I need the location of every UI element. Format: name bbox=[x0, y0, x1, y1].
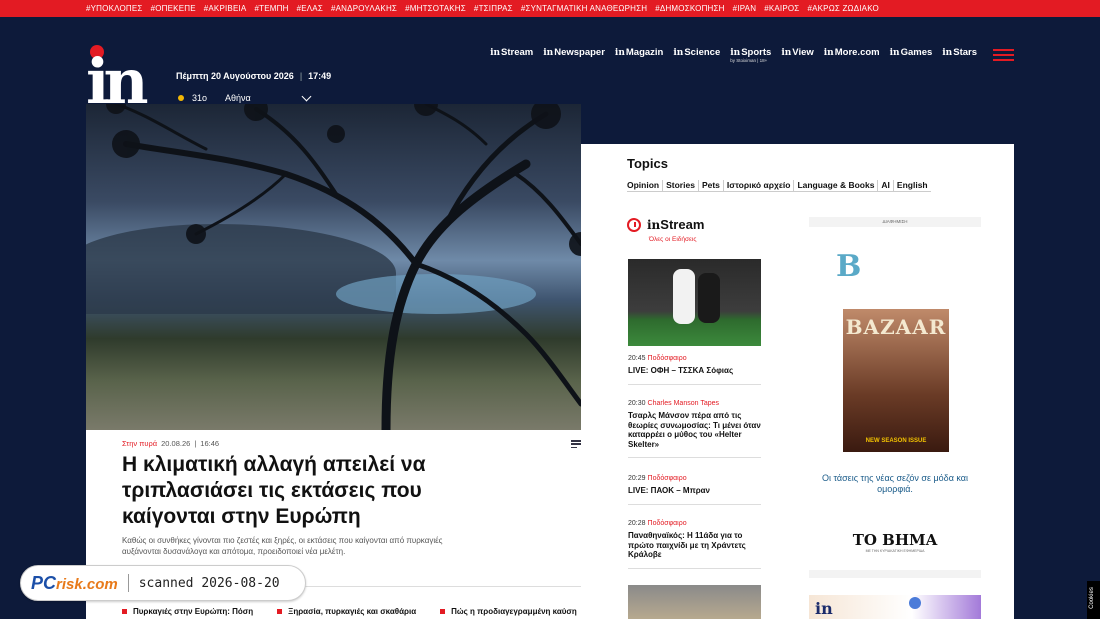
topic-link[interactable]: Opinion bbox=[627, 180, 664, 192]
bullet-icon bbox=[440, 609, 446, 614]
trending-tag[interactable]: #ΑΚΡΩΣ ΖΩΔΙΑΚΟ bbox=[807, 4, 879, 13]
sidebar: Topics Opinion Stories Pets Ιστορικό αρχείο… bbox=[581, 144, 1014, 619]
instream-title: inStream bbox=[647, 217, 705, 232]
news-item[interactable]: 20:30 Charles Manson Tapes Τσαρλς Μάνσον … bbox=[628, 400, 761, 458]
topic-link[interactable]: Stories bbox=[663, 180, 699, 192]
nav-item-science[interactable]: inScience bbox=[673, 47, 720, 58]
article-lede: Καθώς οι συνθήκες γίνονται πιο ζεστές κα… bbox=[122, 536, 443, 556]
bullet-icon bbox=[277, 609, 283, 614]
trending-tag[interactable]: #ΑΝΔΡΟΥΛΑΚΗΣ bbox=[331, 4, 397, 13]
ad-brand: ΤΟ ΒΗΜΑ bbox=[852, 531, 938, 549]
trending-tag[interactable]: #ΜΗΤΣΟΤΑΚΗΣ bbox=[405, 4, 466, 13]
nav-item-games[interactable]: inGames bbox=[890, 47, 933, 58]
city-select[interactable]: Αθήνα bbox=[225, 93, 295, 103]
current-date: Πέμπτη 20 Αυγούστου 2026 bbox=[176, 71, 294, 81]
cookies-button[interactable]: Cookies bbox=[1087, 581, 1100, 619]
related-article-link[interactable]: Πυρκαγιές στην Ευρώπη: Πόση bbox=[122, 607, 253, 616]
article-category[interactable]: Στην πυρά bbox=[122, 439, 157, 448]
hamburger-menu-icon[interactable] bbox=[993, 49, 1014, 61]
hero-image[interactable] bbox=[86, 104, 581, 430]
current-time: 17:49 bbox=[308, 71, 332, 81]
scan-date: scanned 2026-08-20 bbox=[138, 575, 280, 591]
topics-list: Opinion Stories Pets Ιστορικό αρχείο Languag… bbox=[627, 180, 931, 192]
trending-tag[interactable]: #ΚΑΙΡΟΣ bbox=[764, 4, 799, 13]
weather-widget[interactable]: 31o Αθήνα bbox=[178, 91, 312, 103]
trending-tag[interactable]: #ΥΠΟΚΛΟΠΕΣ bbox=[86, 4, 143, 13]
instream-header[interactable]: inStream Όλες οι Ειδήσεις bbox=[627, 217, 705, 243]
nav-item-morecom[interactable]: inMore.com bbox=[824, 47, 880, 58]
news-item[interactable]: 20:28 Ποδόσφαιρο Παναθηναϊκός: Η 11άδα γι… bbox=[628, 520, 761, 569]
trending-tag[interactable]: #ΤΣΙΠΡΑΣ bbox=[474, 4, 513, 13]
nav-item-sports[interactable]: inSports by Stoiximan | 18+ bbox=[730, 47, 771, 63]
news-item[interactable]: 20:29 Ποδόσφαιρο LIVE: ΠΑΟΚ – Μπραν bbox=[628, 475, 761, 505]
advertisement[interactable]: in bbox=[809, 595, 981, 619]
trending-tag[interactable]: #ΟΠΕΚΕΠΕ bbox=[151, 4, 196, 13]
article-time: 16:46 bbox=[200, 439, 220, 448]
main-nav: inStream inNewspaper inMagazin inScience inS… bbox=[490, 47, 1014, 63]
bullet-icon bbox=[122, 609, 127, 614]
logo-text: in bbox=[86, 45, 149, 118]
site-logo[interactable]: in bbox=[86, 45, 164, 118]
dateline: Πέμπτη 20 Αυγούστου 2026 | 17:49 bbox=[176, 71, 332, 81]
article-date: 20.08.26 bbox=[161, 439, 191, 448]
related-article-link[interactable]: Πώς η προδιαγεγραμμένη καύση bbox=[440, 607, 577, 616]
article-meta: Στην πυρά 20.08.26 | 16:46 bbox=[122, 439, 220, 448]
ad-slogan: Οι τάσεις της νέας σεζόν σε μόδα και ομο… bbox=[822, 473, 968, 494]
news-item[interactable]: 20:45 Ποδόσφαιρο LIVE: ΟΦΗ – ΤΣΣΚΑ Σόφιας bbox=[628, 355, 761, 385]
nav-item-magazin[interactable]: inMagazin bbox=[615, 47, 663, 58]
ad-label: ΔΙΑΦΗΜΙΣΗ bbox=[882, 219, 908, 224]
topics-title: Topics bbox=[627, 156, 668, 171]
nav-item-view[interactable]: inView bbox=[781, 47, 813, 58]
nav-item-stream[interactable]: inStream bbox=[490, 47, 533, 58]
temperature: 31o bbox=[192, 93, 208, 103]
topic-link[interactable]: English bbox=[893, 180, 931, 192]
trending-tag[interactable]: #ΤΕΜΠΗ bbox=[254, 4, 288, 13]
topic-link[interactable]: Language & Books bbox=[794, 180, 879, 192]
related-articles: Πυρκαγιές στην Ευρώπη: Πόση Ξηρασία, πυρκ… bbox=[122, 607, 577, 616]
advertisement[interactable]: ΔΙΑΦΗΜΙΣΗ B BAZAAR NEW SEASON ISSUE Οι τ… bbox=[809, 217, 981, 578]
news-thumbnail[interactable] bbox=[628, 585, 761, 619]
clock-icon bbox=[627, 218, 641, 232]
trending-tag[interactable]: #ΣΥΝΤΑΓΜΑΤΙΚΗ ΑΝΑΘΕΩΡΗΣΗ bbox=[521, 4, 647, 13]
tree-silhouette bbox=[106, 104, 581, 430]
news-thumbnail[interactable] bbox=[628, 259, 761, 346]
trending-tag[interactable]: #ΕΛΑΣ bbox=[297, 4, 323, 13]
topic-link[interactable]: AI bbox=[878, 180, 894, 192]
article-summary-icon[interactable] bbox=[571, 440, 581, 448]
watermark-logo: PCrisk.com bbox=[31, 572, 118, 593]
topic-link[interactable]: Ιστορικό αρχείο bbox=[723, 180, 795, 192]
site-header: in Πέμπτη 20 Αυγούστου 2026 | 17:49 31o … bbox=[0, 17, 1100, 113]
trending-tag[interactable]: #ΑΚΡΙΒΕΙΑ bbox=[204, 4, 247, 13]
ad-letter: B bbox=[836, 249, 862, 284]
sun-icon bbox=[178, 95, 184, 101]
trending-tag[interactable]: #ΔΗΜΟΣΚΟΠΗΣΗ bbox=[655, 4, 724, 13]
topic-link[interactable]: Pets bbox=[698, 180, 724, 192]
related-article-link[interactable]: Ξηρασία, πυρκαγιές και σκαθάρια bbox=[277, 607, 416, 616]
nav-item-stars[interactable]: inStars bbox=[942, 47, 977, 58]
nav-item-newspaper[interactable]: inNewspaper bbox=[543, 47, 605, 58]
trending-tags-bar: #ΥΠΟΚΛΟΠΕΣ #ΟΠΕΚΕΠΕ #ΑΚΡΙΒΕΙΑ #ΤΕΜΠΗ #ΕΛΑΣ #Α… bbox=[0, 0, 1100, 17]
trending-tag[interactable]: #ΙΡΑΝ bbox=[733, 4, 757, 13]
scan-watermark: PCrisk.com scanned 2026-08-20 bbox=[20, 565, 306, 601]
chevron-down-icon[interactable] bbox=[301, 91, 312, 102]
magazine-cover: BAZAAR NEW SEASON ISSUE bbox=[843, 309, 949, 452]
article-headline[interactable]: Η κλιματική αλλαγή απειλεί να τριπλασιάσ… bbox=[122, 452, 452, 530]
instream-subtitle[interactable]: Όλες οι Ειδήσεις bbox=[649, 236, 696, 243]
